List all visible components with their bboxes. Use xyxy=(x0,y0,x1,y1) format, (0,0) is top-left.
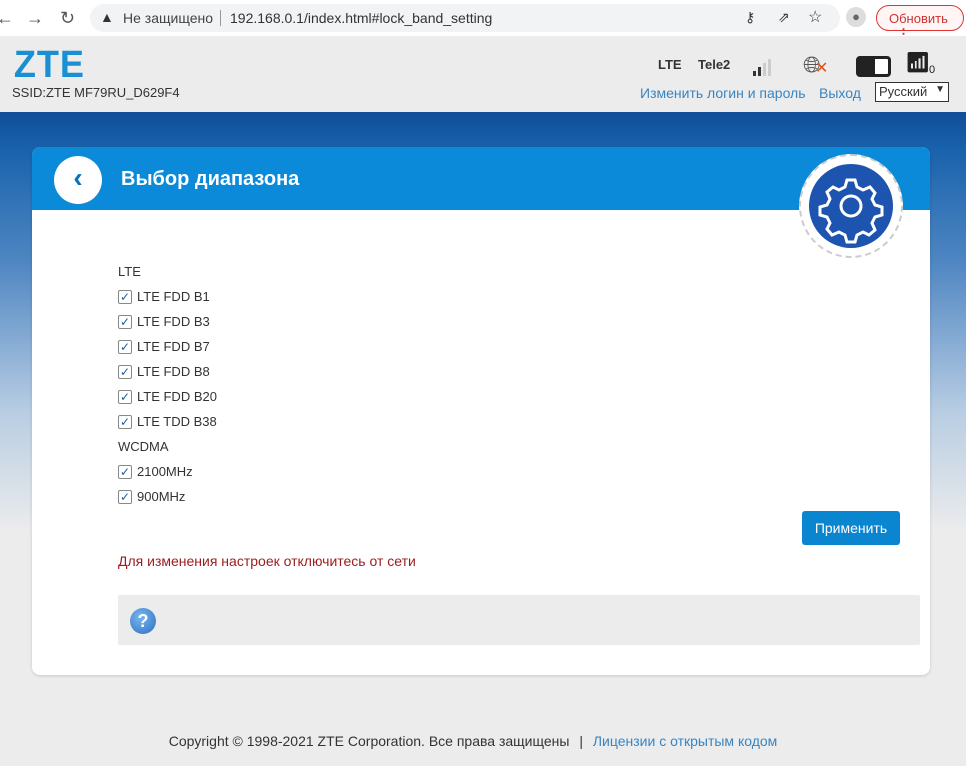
gear-icon xyxy=(809,164,893,248)
checkbox[interactable]: ✓ xyxy=(118,389,132,404)
band-label: LTE FDD B8 xyxy=(137,364,210,379)
update-button[interactable]: Обновить ⋮ xyxy=(876,5,964,41)
chevron-left-icon: ‹ xyxy=(73,162,83,193)
star-icon[interactable]: ☆ xyxy=(808,7,822,27)
band-checkbox-row[interactable]: ✓ LTE FDD B3 xyxy=(118,314,210,329)
profile-icon[interactable]: ● xyxy=(846,7,866,27)
band-checkbox-row[interactable]: ✓ 900MHz xyxy=(118,489,185,504)
page-title: Выбор диапазона xyxy=(121,168,300,190)
logout-link[interactable]: Выход xyxy=(819,85,861,101)
band-label: LTE TDD B38 xyxy=(137,414,217,429)
copyright-text: Copyright © 1998-2021 ZTE Corporation. В… xyxy=(168,733,570,749)
band-checkbox-row[interactable]: ✓ LTE FDD B1 xyxy=(118,289,210,304)
checkbox[interactable]: ✓ xyxy=(118,339,132,354)
checkbox[interactable]: ✓ xyxy=(118,289,132,304)
signal-icon xyxy=(753,58,771,76)
url-text[interactable]: 192.168.0.1/index.html#lock_band_setting xyxy=(230,10,492,26)
checkbox[interactable]: ✓ xyxy=(118,364,132,379)
band-label: 900MHz xyxy=(137,489,186,504)
footer-separator: | xyxy=(579,733,583,749)
band-checkbox-row[interactable]: ✓ LTE FDD B7 xyxy=(118,339,210,354)
band-label: 2100MHz xyxy=(137,464,193,479)
share-icon[interactable]: ⇗ xyxy=(778,9,790,26)
band-label: LTE FDD B3 xyxy=(137,314,210,329)
insecure-label[interactable]: Не защищено xyxy=(123,10,213,26)
divider xyxy=(220,10,221,26)
settings-badge xyxy=(799,154,903,258)
band-label: LTE FDD B20 xyxy=(137,389,217,404)
zte-logo: ZTE xyxy=(13,44,85,86)
footer: Copyright © 1998-2021 ZTE Corporation. В… xyxy=(0,733,946,749)
band-checkbox-row[interactable]: ✓ 2100MHz xyxy=(118,464,193,479)
band-label: LTE FDD B7 xyxy=(137,339,210,354)
apply-button[interactable]: Применить xyxy=(802,511,900,545)
operator-name: Tele2 xyxy=(698,57,731,72)
license-link[interactable]: Лицензии с открытым кодом xyxy=(593,733,777,749)
band-label: LTE FDD B1 xyxy=(137,289,210,304)
band-selection-card: ‹ Выбор диапазона LTE ✓ LTE FDD B1 ✓ LTE F… xyxy=(32,147,930,675)
battery-icon xyxy=(856,56,891,77)
back-arrow-icon[interactable]: ← xyxy=(0,8,14,29)
help-icon[interactable]: ? xyxy=(130,608,156,634)
band-checkbox-row[interactable]: ✓ LTE FDD B8 xyxy=(118,364,210,379)
language-value: Русский xyxy=(879,84,928,99)
key-icon[interactable]: ⚷ xyxy=(745,9,755,26)
group-label-lte: LTE xyxy=(118,264,141,279)
network-type: LTE xyxy=(658,57,682,72)
band-checkbox-row[interactable]: ✓ LTE TDD B38 xyxy=(118,414,217,429)
update-label: Обновить xyxy=(889,11,948,26)
band-checkbox-row[interactable]: ✓ LTE FDD B20 xyxy=(118,389,217,404)
group-label-wcdma: WCDMA xyxy=(118,439,169,454)
checkbox[interactable]: ✓ xyxy=(118,489,132,504)
checkbox[interactable]: ✓ xyxy=(118,314,132,329)
help-panel: ? xyxy=(118,595,920,645)
warning-message: Для изменения настроек отключитесь от се… xyxy=(118,553,416,569)
chevron-down-icon: ▼ xyxy=(935,84,945,95)
globe-disconnected-icon: 🌐︎ ✕ xyxy=(803,52,829,77)
ssid-label: SSID:ZTE MF79RU_D629F4 xyxy=(12,85,180,100)
back-button[interactable]: ‹ xyxy=(54,156,102,204)
checkbox[interactable]: ✓ xyxy=(118,414,132,429)
reload-icon[interactable]: ↻ xyxy=(60,8,75,29)
forward-arrow-icon[interactable]: → xyxy=(26,8,44,29)
language-select[interactable]: Русский ▼ xyxy=(875,82,949,102)
change-login-link[interactable]: Изменить логин и пароль xyxy=(640,85,806,101)
checkbox[interactable]: ✓ xyxy=(118,464,132,479)
wifi-clients-count: 0 xyxy=(929,64,936,76)
address-bar[interactable]: ▲ Не защищено 192.168.0.1/index.html#loc… xyxy=(90,4,840,32)
browser-toolbar: ← → ↻ ▲ Не защищено 192.168.0.1/index.ht… xyxy=(0,0,966,41)
wifi-icon: 📶︎ xyxy=(905,52,931,74)
warning-icon[interactable]: ▲ xyxy=(100,9,114,25)
